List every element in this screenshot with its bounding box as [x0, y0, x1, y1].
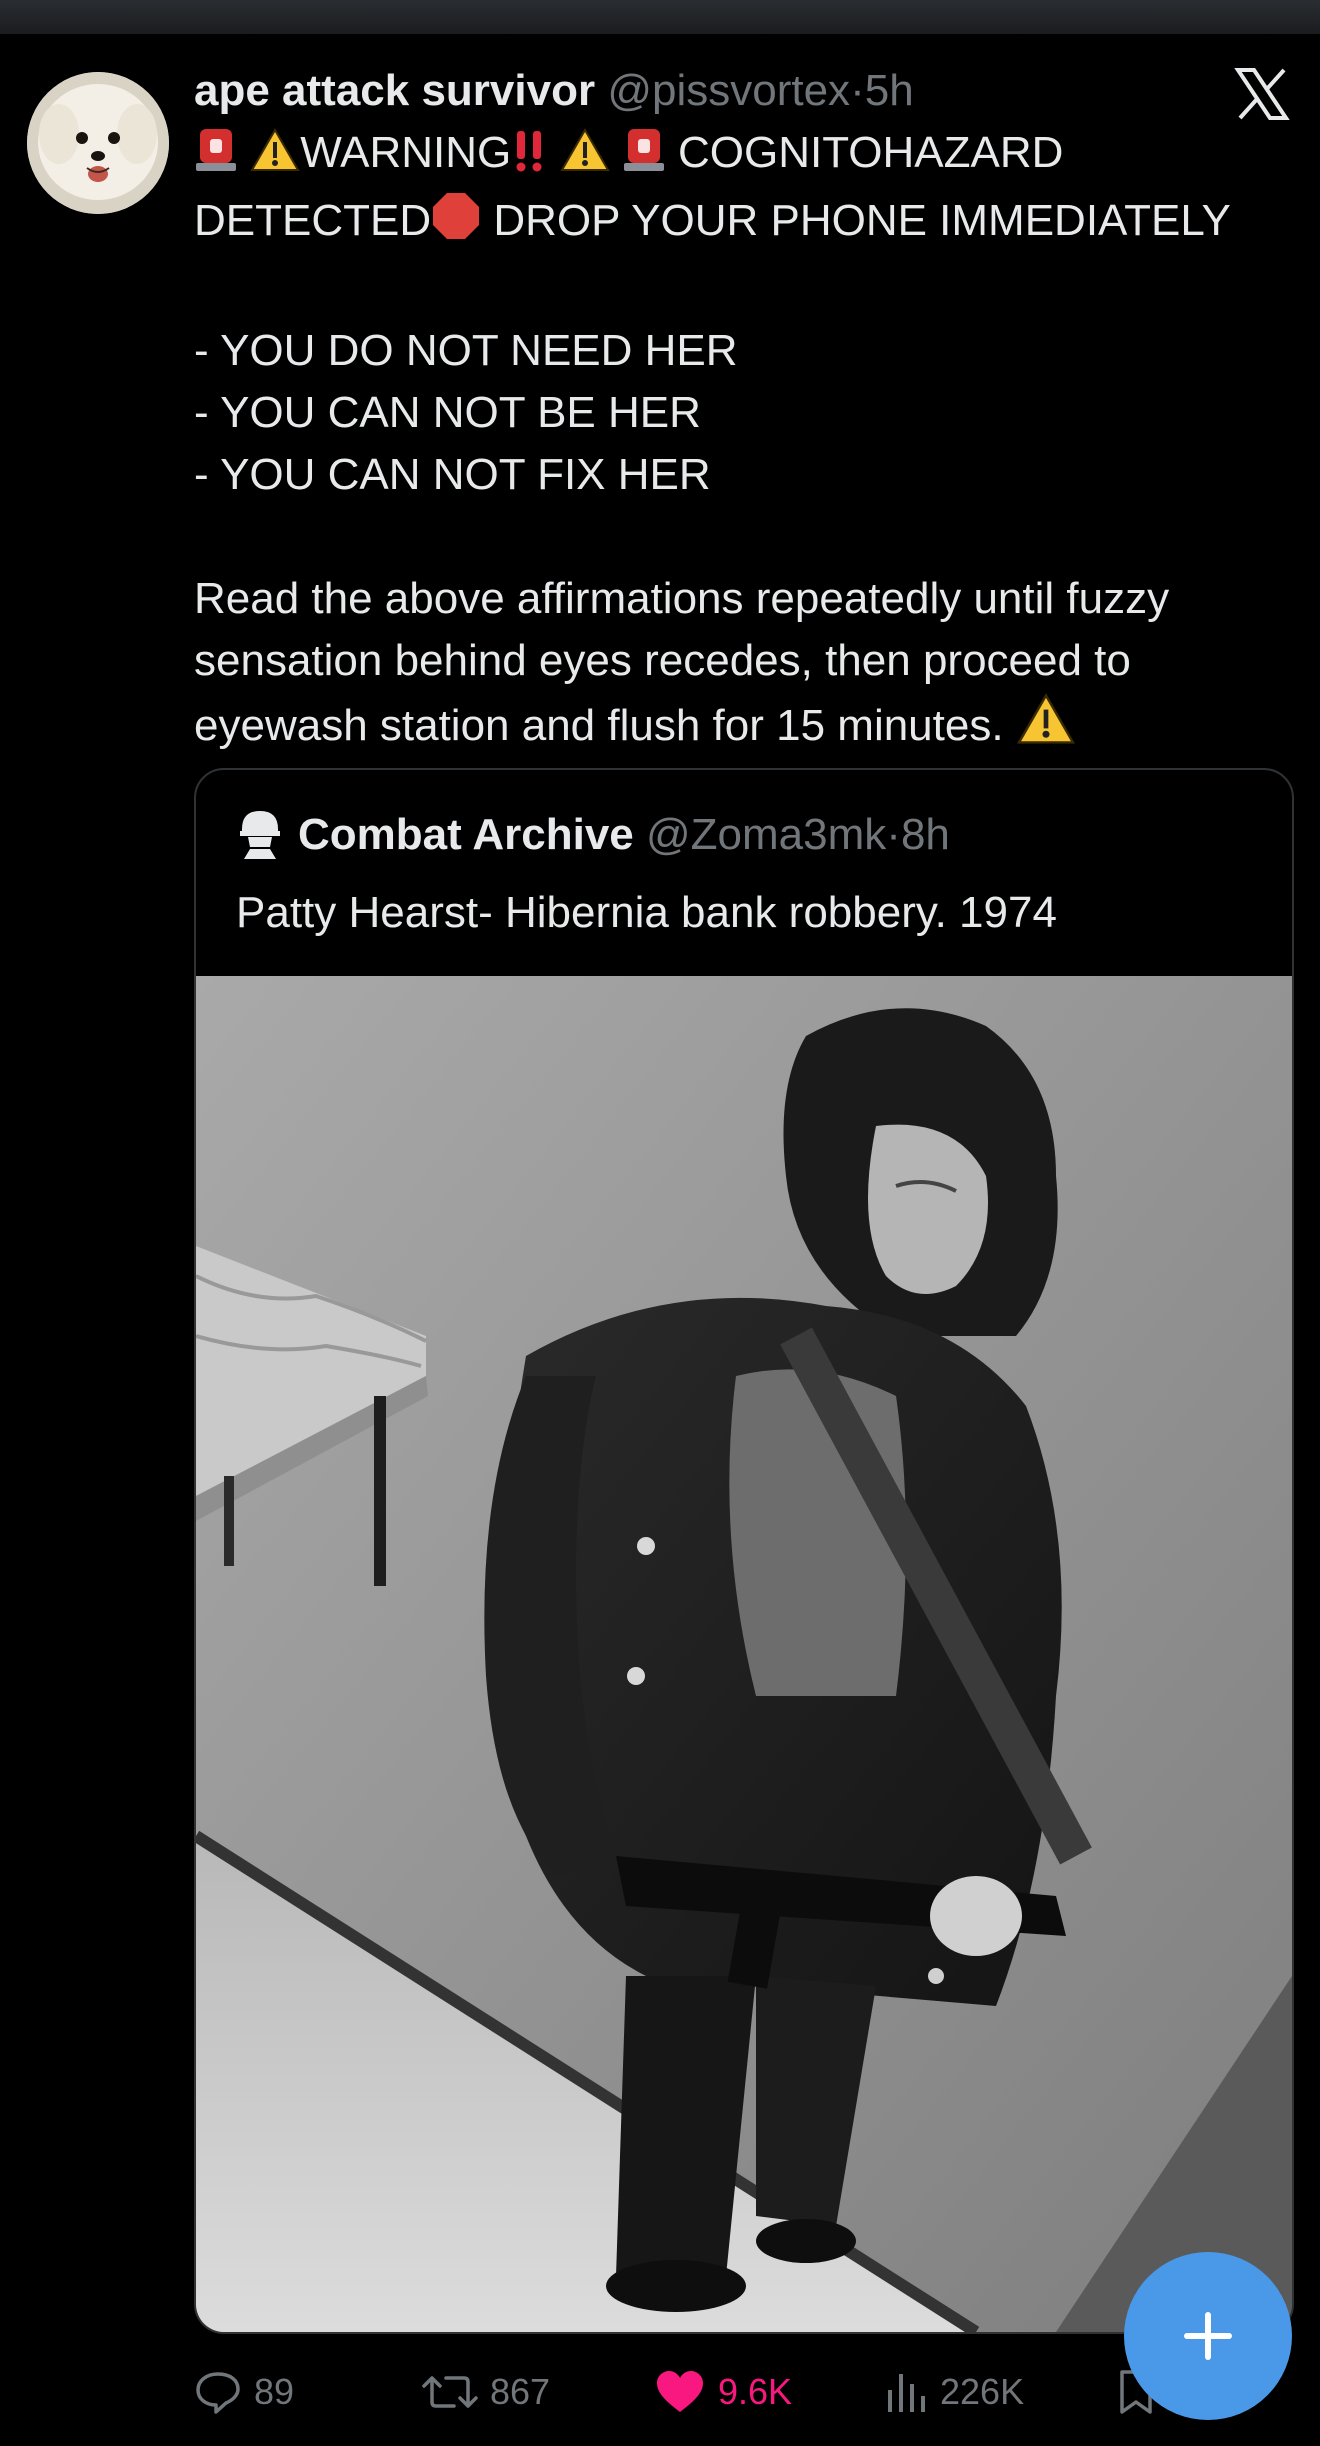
tweet-text: WARNING COGNITOHAZARD DETECTED DROP YOUR…	[194, 122, 1294, 763]
paragraph-line-1: Read the above affirmations repeatedly u…	[194, 574, 1170, 623]
author-name[interactable]: ape attack survivor	[194, 66, 595, 115]
police-light-icon	[194, 123, 238, 190]
author-avatar[interactable]	[27, 72, 169, 214]
quoted-post-time[interactable]: 8h	[901, 810, 950, 859]
paragraph-line-3: eyewash station and flush for 15 minutes…	[194, 692, 1294, 763]
dog-avatar-icon	[27, 72, 169, 214]
soldier-avatar-icon[interactable]	[236, 807, 284, 859]
view-count: 226K	[940, 2371, 1025, 2412]
bank-robbery-photo	[196, 976, 1292, 2332]
warning-word: WARNING	[300, 128, 512, 177]
repost-count: 867	[490, 2371, 551, 2412]
paragraph-line-2: sensation behind eyes recedes, then proc…	[194, 636, 1131, 685]
affirmation-2: - YOU CAN NOT BE HER	[194, 388, 701, 437]
quoted-author-name[interactable]: Combat Archive	[298, 810, 634, 859]
status-bar	[0, 0, 1320, 34]
views-button[interactable]: 226K	[884, 2362, 1024, 2422]
tweet-line-1: WARNING COGNITOHAZARD	[194, 122, 1294, 190]
warning-sign-icon	[559, 127, 610, 190]
like-button[interactable]: 9.6K	[654, 2362, 792, 2422]
quoted-author-handle[interactable]: @Zoma3mk	[646, 810, 886, 859]
heart-icon	[657, 2371, 703, 2412]
quoted-tweet-text: Patty Hearst- Hibernia bank robbery. 197…	[236, 888, 1057, 937]
detected-word: DETECTED	[194, 196, 432, 245]
quoted-tweet-card[interactable]: Combat Archive @Zoma3mk·8h Patty Hearst-…	[194, 768, 1294, 2334]
tweet-header: ape attack survivor @pissvortex·5h	[194, 60, 1294, 122]
separator-dot: ·	[850, 66, 865, 115]
speech-bubble-icon	[196, 2372, 240, 2414]
plus-icon	[1184, 2312, 1232, 2360]
affirmation-3: - YOU CAN NOT FIX HER	[194, 450, 711, 499]
bar-chart-icon	[888, 2374, 925, 2412]
repost-arrows-icon	[422, 2376, 478, 2408]
repost-button[interactable]: 867	[422, 2362, 550, 2422]
compose-button[interactable]	[1124, 2252, 1292, 2420]
tweet-line-2: DETECTED DROP YOUR PHONE IMMEDIATELY	[194, 190, 1294, 258]
quoted-tweet-photo[interactable]	[196, 976, 1292, 2332]
reply-button[interactable]: 89	[194, 2362, 294, 2422]
drop-phone-text: DROP YOUR PHONE IMMEDIATELY	[493, 196, 1231, 245]
cognitohazard-word: COGNITOHAZARD	[677, 128, 1064, 177]
quoted-tweet-header: Combat Archive @Zoma3mk·8h	[236, 804, 950, 866]
tweet-action-bar: 89 867 9.6K 226K	[194, 2362, 1294, 2422]
double-exclamation-icon	[511, 127, 547, 190]
warning-sign-icon	[1016, 692, 1076, 763]
police-light-icon	[622, 123, 666, 190]
like-count: 9.6K	[718, 2371, 793, 2412]
reply-count: 89	[254, 2371, 295, 2412]
tweet-content[interactable]: ape attack survivor @pissvortex·5h WARNI…	[194, 60, 1294, 763]
affirmation-1: - YOU DO NOT NEED HER	[194, 326, 738, 375]
separator-dot: ·	[886, 810, 901, 859]
warning-sign-icon	[250, 127, 300, 190]
post-time[interactable]: 5h	[865, 66, 914, 115]
author-handle[interactable]: @pissvortex	[607, 66, 850, 115]
paragraph-line-3-text: eyewash station and flush for 15 minutes…	[194, 701, 1004, 750]
stop-sign-icon	[431, 191, 481, 258]
